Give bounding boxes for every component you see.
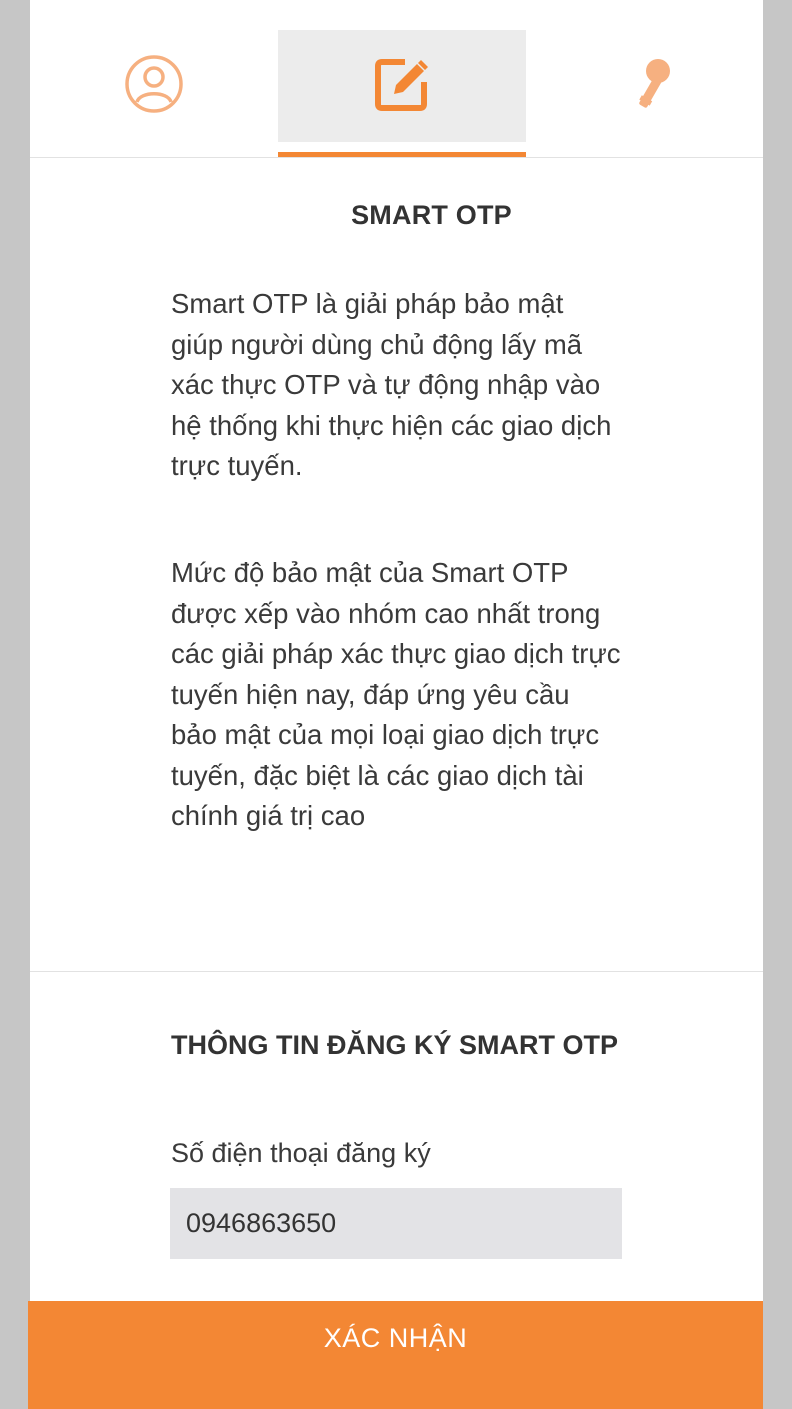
registration-title: THÔNG TIN ĐĂNG KÝ SMART OTP (171, 1030, 618, 1060)
tab-bar (30, 0, 763, 158)
main-panel: SMART OTP Smart OTP là giải pháp bảo mật… (30, 0, 763, 1409)
confirm-button[interactable]: XÁC NHẬN (28, 1301, 763, 1409)
tab-register[interactable] (278, 30, 526, 142)
tab-password[interactable] (526, 30, 774, 142)
phone-field[interactable]: 0946863650 (170, 1188, 622, 1259)
intro-title: SMART OTP (351, 200, 512, 230)
user-icon (124, 54, 184, 119)
divider (30, 971, 763, 972)
intro-paragraph-2: Mức độ bảo mật của Smart OTP được xếp và… (171, 557, 621, 831)
intro-paragraph-1: Smart OTP là giải pháp bảo mật giúp ngườ… (171, 288, 612, 481)
key-icon (620, 54, 680, 119)
edit-icon (372, 54, 432, 119)
tab-profile[interactable] (30, 30, 278, 142)
phone-label: Số điện thoại đăng ký (171, 1138, 431, 1168)
divider (30, 157, 763, 158)
